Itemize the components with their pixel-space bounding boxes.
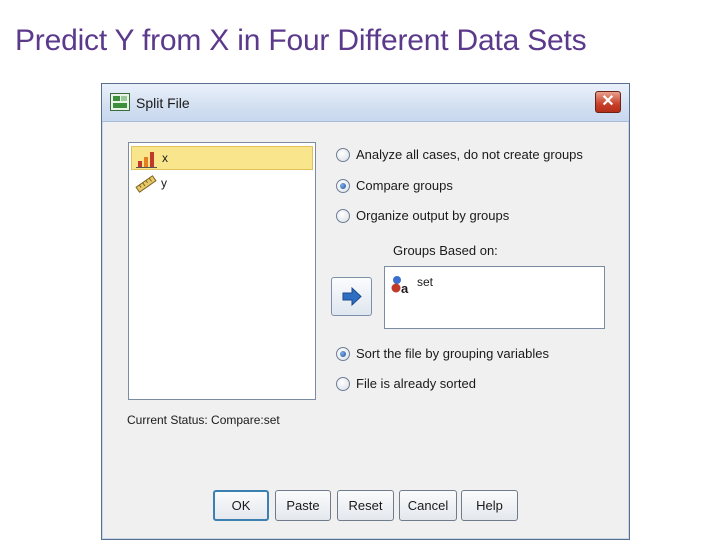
nominal-variable-icon: a	[391, 276, 409, 294]
variable-item-x[interactable]: x	[131, 146, 313, 170]
move-to-groups-button[interactable]	[331, 277, 372, 316]
paste-button[interactable]: Paste	[275, 490, 331, 521]
variable-name: x	[162, 151, 168, 165]
radio-label: Analyze all cases, do not create groups	[356, 147, 583, 162]
radio-circle[interactable]	[336, 377, 350, 391]
help-button[interactable]: Help	[461, 490, 518, 521]
variable-list[interactable]: x y	[128, 142, 316, 400]
svg-text:a: a	[401, 281, 409, 294]
radio-circle[interactable]	[336, 209, 350, 223]
ruler-icon	[135, 175, 157, 193]
reset-button[interactable]: Reset	[337, 490, 394, 521]
radio-label: Organize output by groups	[356, 208, 510, 223]
split-file-app-icon	[110, 93, 130, 111]
radio-circle-selected[interactable]	[336, 179, 350, 193]
ok-button[interactable]: OK	[213, 490, 269, 521]
radio-label: Sort the file by grouping variables	[356, 346, 549, 361]
grouping-variable-name: set	[417, 275, 434, 289]
radio-label: File is already sorted	[356, 376, 476, 391]
slide-title: Predict Y from X in Four Different Data …	[15, 24, 587, 57]
radio-circle-selected[interactable]	[336, 347, 350, 361]
dialog-title: Split File	[136, 95, 190, 111]
groups-based-on-label: Groups Based on:	[393, 243, 498, 258]
scale-measure-icon	[136, 152, 157, 168]
radio-label: Compare groups	[356, 178, 453, 193]
radio-circle[interactable]	[336, 148, 350, 162]
arrow-right-icon	[342, 286, 362, 307]
current-status: Current Status: Compare:set	[127, 413, 280, 427]
dialog-titlebar[interactable]: Split File ✕	[102, 84, 629, 122]
cancel-button[interactable]: Cancel	[399, 490, 457, 521]
close-button[interactable]: ✕	[595, 91, 621, 113]
groups-based-on-list[interactable]: a set	[384, 266, 605, 329]
split-file-dialog: Split File ✕ x y Analyze all cases, do n…	[101, 83, 630, 540]
variable-name: y	[161, 176, 167, 190]
variable-item-y[interactable]: y	[131, 172, 313, 196]
